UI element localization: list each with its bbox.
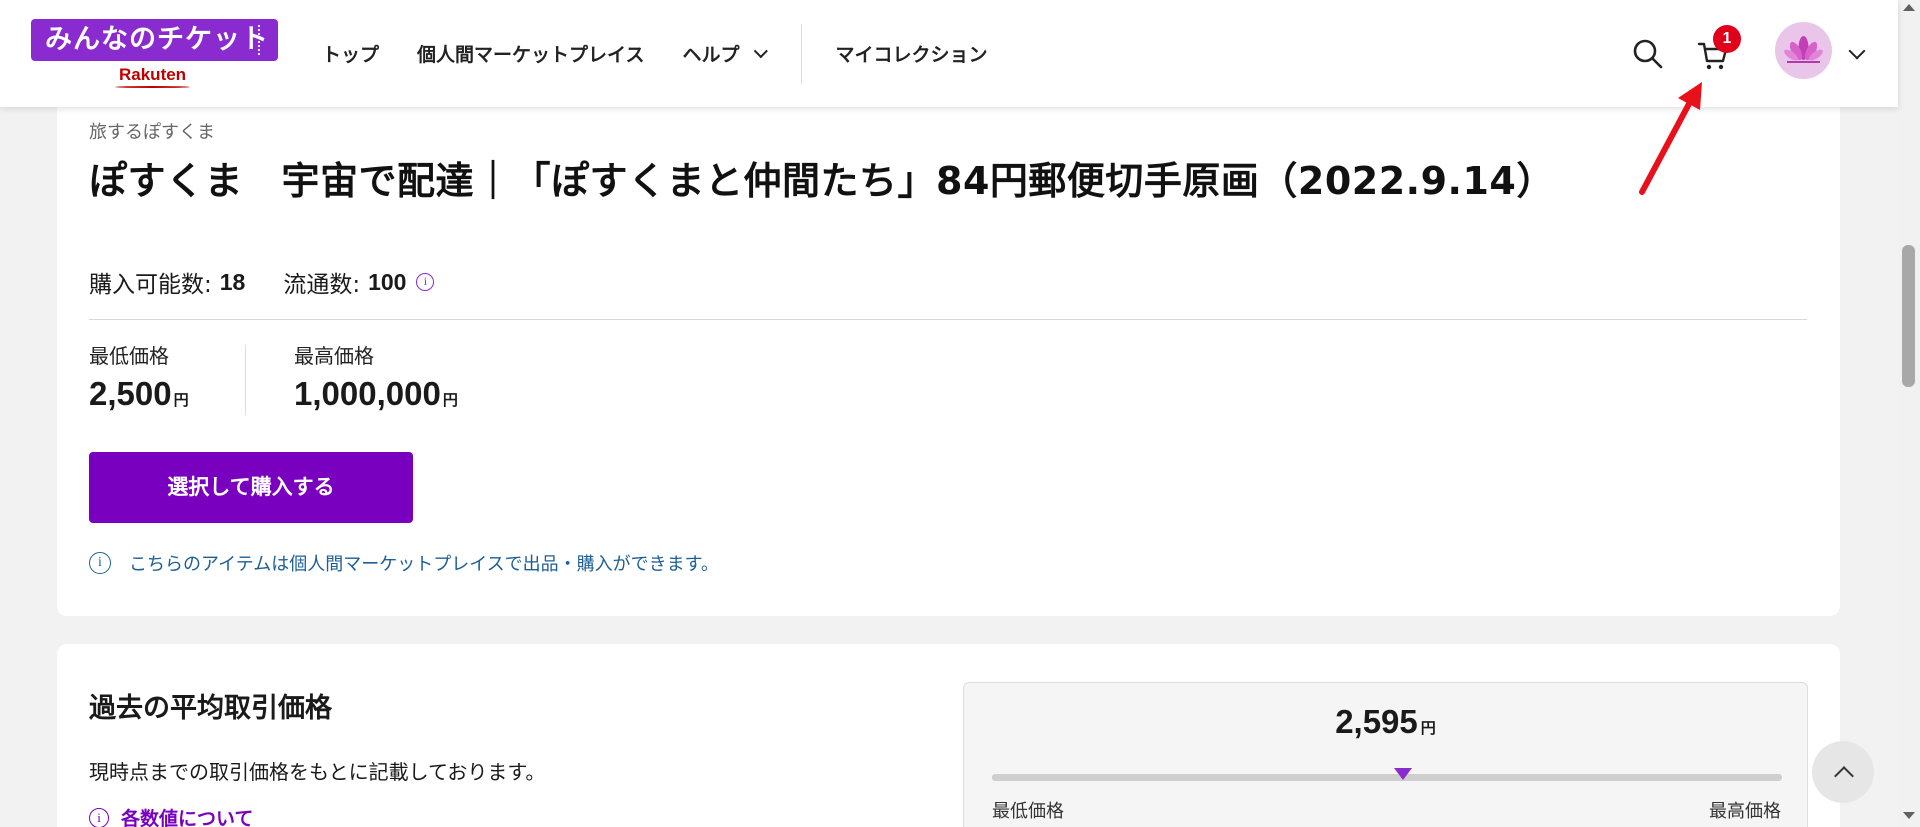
- cart-count-badge: 1: [1713, 25, 1741, 53]
- chevron-down-icon: [754, 43, 769, 58]
- scroll-down-arrow-icon[interactable]: [1903, 812, 1915, 819]
- nav-divider: [801, 23, 803, 84]
- average-price-title: 過去の平均取引価格: [89, 693, 332, 724]
- nav-marketplace[interactable]: 個人間マーケットプレイス: [417, 40, 644, 67]
- available-label: 購入可能数:: [89, 272, 212, 298]
- scroll-up-arrow-icon[interactable]: [1903, 4, 1915, 11]
- nav-my-collection-label: マイコレクション: [835, 44, 988, 66]
- item-creator[interactable]: 旅するぽすくま: [89, 118, 215, 144]
- select-and-buy-button[interactable]: 選択して購入する: [89, 452, 413, 523]
- nav-my-collection[interactable]: マイコレクション: [835, 40, 987, 67]
- info-icon[interactable]: i: [416, 273, 435, 291]
- max-price-amount: 1,000,000 円: [294, 375, 458, 413]
- about-values-label: 各数値について: [121, 808, 254, 827]
- yen-unit: 円: [173, 392, 189, 409]
- item-detail-card: 旅するぽすくま ぽすくま 宇宙で配達｜「ぽすくまと仲間たち」84円郵便切手原画（…: [57, 90, 1840, 616]
- logo-text: みんなのチケット: [31, 19, 278, 61]
- available-value: 18: [219, 268, 246, 295]
- average-price-description: 現時点までの取引価格をもとに記載しております。: [89, 760, 546, 784]
- annotation-arrow-icon: [1639, 82, 1702, 195]
- min-price-amount: 2,500 円: [89, 375, 189, 413]
- max-price: 最高価格 1,000,000 円: [294, 340, 458, 413]
- logo-rakuten: Rakuten: [114, 65, 191, 88]
- max-price-value: 1,000,000: [294, 375, 441, 412]
- scrollbar[interactable]: [1898, 0, 1920, 827]
- yen-unit: 円: [442, 392, 458, 409]
- price-range-track: [992, 768, 1782, 781]
- info-icon: i: [89, 552, 111, 574]
- scrollbar-thumb[interactable]: [1902, 245, 1915, 387]
- circulation-label: 流通数:: [283, 272, 361, 298]
- average-marker-icon: [1393, 768, 1412, 780]
- search-icon[interactable]: [1632, 38, 1664, 70]
- nav-marketplace-label: 個人間マーケットプレイス: [417, 44, 645, 66]
- nav-top-label: トップ: [322, 44, 380, 66]
- marketplace-notice-text: こちらのアイテムは個人間マーケットプレイスで出品・購入ができます。: [129, 554, 719, 575]
- yen-unit: 円: [1420, 720, 1436, 737]
- nav-top[interactable]: トップ: [322, 40, 379, 67]
- min-price: 最低価格 2,500 円: [89, 340, 189, 413]
- about-values-link[interactable]: i 各数値について: [89, 804, 253, 827]
- gauge-min-label: 最低価格: [992, 801, 1064, 822]
- price-divider: [245, 345, 246, 415]
- page-title: ぽすくま 宇宙で配達｜「ぽすくまと仲間たち」84円郵便切手原画（2022.9.1…: [89, 159, 1555, 203]
- account-menu-chevron[interactable]: [1848, 42, 1866, 60]
- lotus-icon: [1784, 36, 1823, 63]
- info-icon: i: [89, 807, 109, 827]
- average-price-amount: 2,595 円: [964, 703, 1807, 741]
- gauge-max-label: 最高価格: [1709, 801, 1781, 822]
- average-price-gauge: 2,595 円 最低価格 最高価格: [963, 682, 1808, 827]
- circulation-value: 100: [368, 268, 407, 295]
- min-price-label: 最低価格: [89, 344, 169, 368]
- nav-help-label: ヘルプ: [682, 44, 740, 66]
- divider: [89, 319, 1807, 320]
- average-price-card: 過去の平均取引価格 現時点までの取引価格をもとに記載しております。 i 各数値に…: [57, 644, 1840, 827]
- site-header: みんなのチケット Rakuten トップ 個人間マーケットプレイス ヘルプ マイ…: [0, 0, 1898, 107]
- scroll-to-top-button[interactable]: [1812, 741, 1874, 803]
- site-logo[interactable]: みんなのチケット Rakuten: [31, 19, 278, 88]
- avatar[interactable]: [1775, 22, 1832, 79]
- item-stats: 購入可能数: 18 流通数: 100 i: [89, 265, 435, 299]
- marketplace-notice: i こちらのアイテムは個人間マーケットプレイスで出品・購入ができます。: [89, 550, 719, 576]
- average-price-value: 2,595: [1335, 703, 1418, 740]
- max-price-label: 最高価格: [294, 344, 374, 368]
- min-price-value: 2,500: [89, 375, 172, 412]
- main-nav: トップ 個人間マーケットプレイス ヘルプ マイコレクション: [322, 0, 1025, 107]
- nav-help[interactable]: ヘルプ: [682, 40, 769, 67]
